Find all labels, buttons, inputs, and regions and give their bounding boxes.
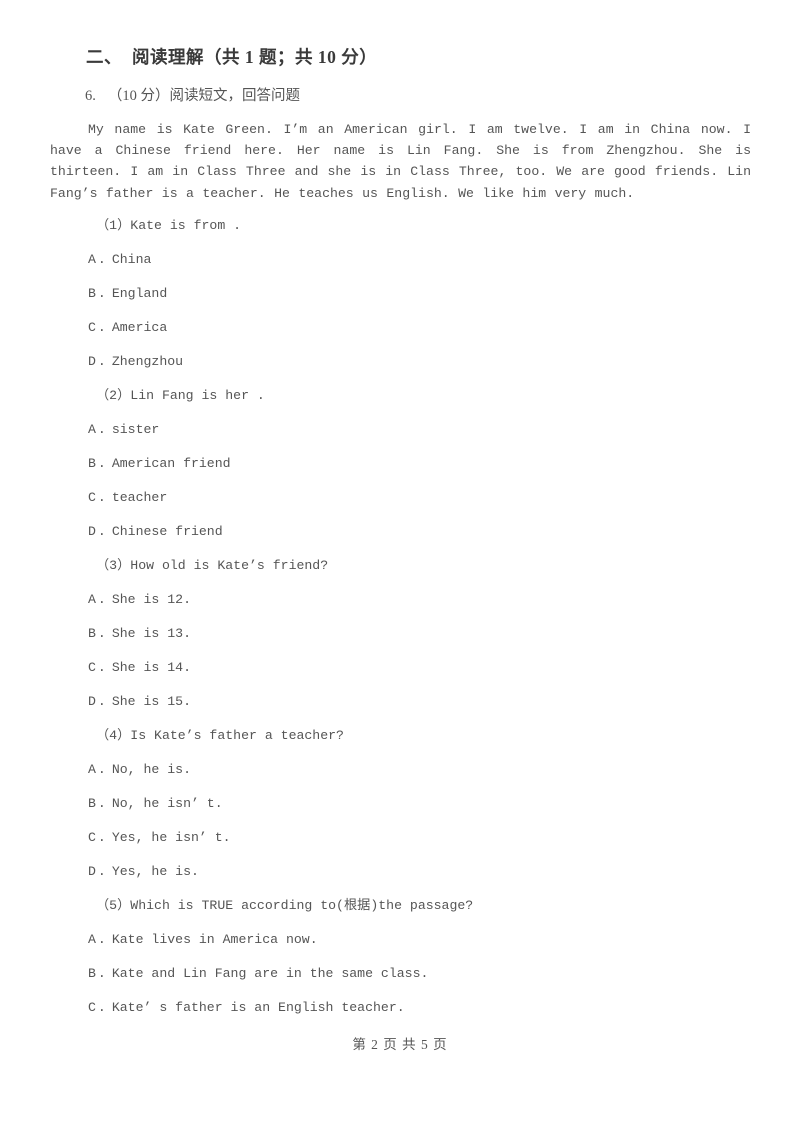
option-label: A [88,762,96,777]
section-number: 二、 [86,47,122,67]
option-label: A [88,422,96,437]
answer-option[interactable]: C. She is 14. [88,657,800,691]
option-text: China [111,252,152,267]
answer-option[interactable]: A. She is 12. [88,589,800,623]
page-footer: 第 2 页 共 5 页 [352,1037,448,1052]
answer-option[interactable]: B. American friend [88,453,800,487]
option-label: D [88,354,96,369]
option-separator: . [97,966,106,981]
answer-option[interactable]: B. No, he isn’ t. [88,793,800,827]
option-separator: . [97,422,106,437]
answer-option[interactable]: C. America [88,317,800,351]
option-text: She is 13. [111,626,191,641]
answer-option[interactable]: D. She is 15. [88,691,800,725]
option-text: Yes, he is. [111,864,199,879]
option-label: C [88,1000,96,1015]
option-separator: . [97,252,106,267]
option-label: C [88,830,96,845]
option-label: D [88,524,96,539]
option-text: American friend [111,456,231,471]
option-label: C [88,490,96,505]
option-separator: . [97,694,106,709]
option-separator: . [97,354,106,369]
option-text: Kate lives in America now. [111,932,318,947]
option-text: No, he isn’ t. [111,796,223,811]
option-label: C [88,660,96,675]
option-separator: . [97,796,106,811]
option-label: B [88,286,96,301]
option-label: B [88,456,96,471]
question-items-list: （1）Kate is from . A. China B. England C. Ameri… [0,215,800,1031]
option-separator: . [97,456,106,471]
answer-option[interactable]: B. She is 13. [88,623,800,657]
option-text: She is 12. [111,592,191,607]
answer-option[interactable]: C. Yes, he isn’ t. [88,827,800,861]
question-stem: （5）Which is TRUE according to(根据)the pas… [96,898,474,913]
question-block-number: 6. [85,88,96,104]
section-title: 阅读理解（共 1 题；共 10 分） [132,47,378,67]
question-stem: （2）Lin Fang is her . [96,388,265,403]
answer-option[interactable]: A. No, he is. [88,759,800,793]
option-separator: . [97,592,106,607]
option-label: B [88,796,96,811]
option-separator: . [97,762,106,777]
option-text: Kate’ s father is an English teacher. [111,1000,405,1015]
option-label: A [88,252,96,267]
section-heading: 二、 阅读理解（共 1 题；共 10 分） [86,44,377,69]
reading-passage: My name is Kate Green. I’m an American g… [50,122,751,201]
option-text: sister [111,422,160,437]
option-separator: . [97,286,106,301]
option-text: Chinese friend [111,524,223,539]
option-label: A [88,592,96,607]
answer-option[interactable]: B. Kate and Lin Fang are in the same clas… [88,963,800,997]
option-label: A [88,932,96,947]
option-separator: . [97,932,106,947]
answer-option[interactable]: A. sister [88,419,800,453]
option-text: Zhengzhou [111,354,184,369]
option-label: C [88,320,96,335]
option-text: Yes, he isn’ t. [111,830,231,845]
option-text: America [111,320,168,335]
option-text: She is 15. [111,694,191,709]
answer-option[interactable]: D. Chinese friend [88,521,800,555]
answer-option[interactable]: C. teacher [88,487,800,521]
option-separator: . [97,320,106,335]
answer-option[interactable]: A. China [88,249,800,283]
option-separator: . [97,864,106,879]
option-text: teacher [111,490,168,505]
question-block-header: 6. （10 分）阅读短文，回答问题 [85,84,300,105]
option-separator: . [97,660,106,675]
answer-option[interactable]: C. Kate’ s father is an English teacher. [88,997,800,1031]
option-text: She is 14. [111,660,191,675]
option-label: D [88,694,96,709]
option-label: B [88,626,96,641]
answer-option[interactable]: A. Kate lives in America now. [88,929,800,963]
question-stem: （3）How old is Kate’s friend? [96,558,329,573]
document-page: 二、 阅读理解（共 1 题；共 10 分） 6. （10 分）阅读短文，回答问题 M… [0,0,800,1132]
option-label: B [88,966,96,981]
option-text: Kate and Lin Fang are in the same class. [111,966,429,981]
answer-option[interactable]: B. England [88,283,800,317]
answer-option[interactable]: D. Yes, he is. [88,861,800,895]
option-text: England [111,286,168,301]
option-separator: . [97,524,106,539]
option-label: D [88,864,96,879]
question-stem: （4）Is Kate’s father a teacher? [96,728,344,743]
answer-option[interactable]: D. Zhengzhou [88,351,800,385]
option-text: No, he is. [111,762,191,777]
option-separator: . [97,1000,106,1015]
option-separator: . [97,490,106,505]
option-separator: . [97,626,106,641]
question-block-instruction: （10 分）阅读短文，回答问题 [107,88,300,104]
option-separator: . [97,830,106,845]
question-stem: （1）Kate is from . [96,218,242,233]
